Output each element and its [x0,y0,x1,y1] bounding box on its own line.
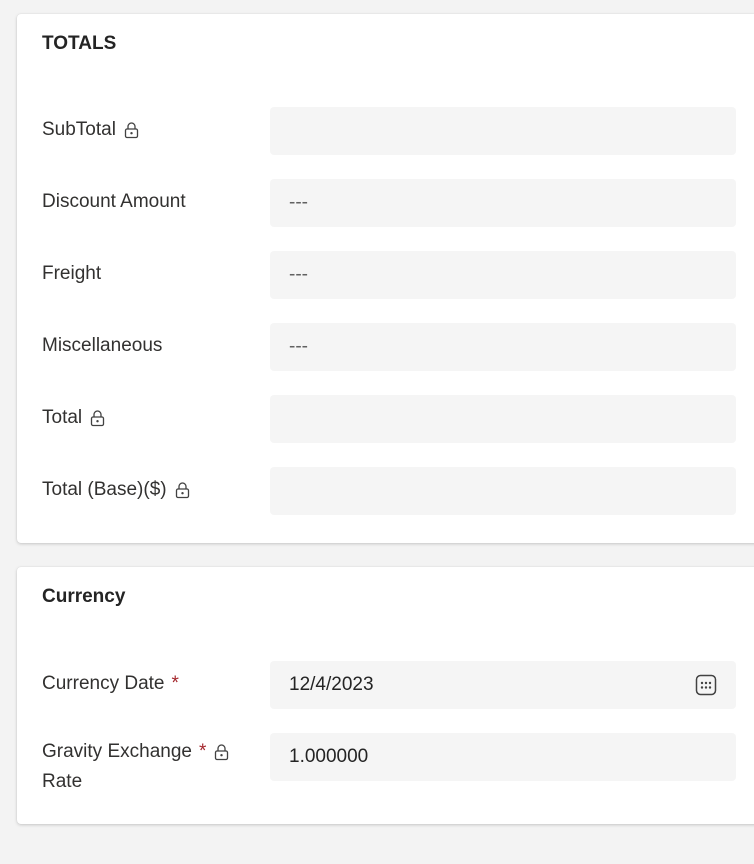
total-label: Total [42,403,105,433]
subtotal-label-text: SubTotal [42,119,116,140]
miscellaneous-label: Miscellaneous [42,335,163,356]
required-marker: * [198,741,207,762]
total-base-label-text: Total (Base)($) [42,479,167,500]
currency-date-row: Currency Date * 12/4/2023 [17,661,754,709]
subtotal-label: SubTotal [42,115,139,145]
currency-date-value: 12/4/2023 [289,674,374,695]
calendar-icon[interactable] [695,674,717,696]
freight-label: Freight [42,263,102,284]
discount-amount-row: Discount Amount --- [17,179,754,227]
total-field[interactable] [270,395,736,443]
total-base-label: Total (Base)($) [42,475,190,505]
exchange-rate-label-line2: Rate [42,771,83,792]
freight-field[interactable]: --- [270,251,736,299]
total-base-row: Total (Base)($) [17,467,754,515]
lock-icon [215,743,229,760]
currency-section: Currency Currency Date * 12/4/2023 Gravi… [17,567,754,824]
exchange-rate-label-line1-wrap: Gravity Exchange * [42,737,229,767]
currency-date-label-text: Currency Date [42,673,165,694]
discount-amount-label: Discount Amount [42,191,186,212]
total-row: Total [17,395,754,443]
exchange-rate-row: Gravity Exchange * Rate 1.000000 [17,733,754,792]
miscellaneous-field[interactable]: --- [270,323,736,371]
freight-row: Freight --- [17,251,754,299]
subtotal-field[interactable] [270,107,736,155]
total-base-field[interactable] [270,467,736,515]
miscellaneous-row: Miscellaneous --- [17,323,754,371]
currency-date-label: Currency Date * [42,669,179,699]
exchange-rate-field[interactable]: 1.000000 [270,733,736,781]
subtotal-row: SubTotal [17,107,754,155]
totals-section-title: TOTALS [42,33,117,54]
lock-icon [90,409,105,426]
currency-section-title: Currency [42,586,126,607]
totals-section: TOTALS SubTotal Discount Amount --- Frei… [17,14,754,543]
lock-icon [124,121,139,138]
exchange-rate-label-line1: Gravity Exchange [42,741,192,762]
required-marker: * [171,673,179,694]
currency-date-input[interactable]: 12/4/2023 [270,661,736,709]
exchange-rate-label: Gravity Exchange * Rate [42,737,242,797]
total-label-text: Total [42,407,83,428]
lock-icon [175,481,189,498]
discount-amount-field[interactable]: --- [270,179,736,227]
